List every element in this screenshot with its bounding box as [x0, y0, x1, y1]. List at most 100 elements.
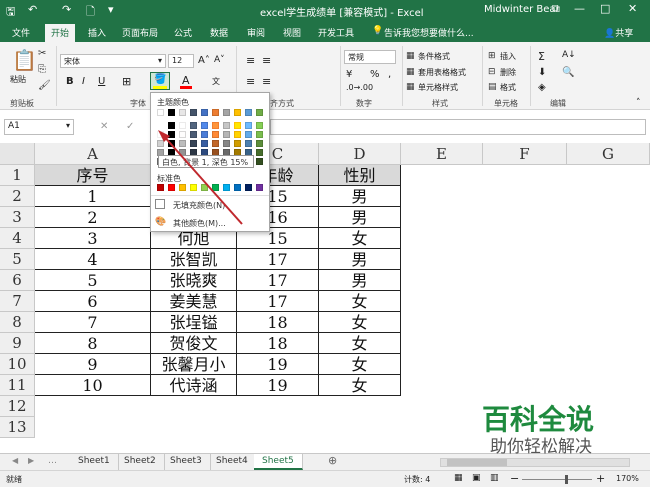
table-cell[interactable]: 17: [237, 270, 319, 291]
table-cell[interactable]: 男: [319, 270, 401, 291]
zoom-slider-thumb[interactable]: [565, 475, 568, 484]
table-cell[interactable]: 女: [319, 333, 401, 354]
color-swatch[interactable]: [190, 109, 197, 116]
color-swatch[interactable]: [256, 140, 263, 147]
horizontal-scrollbar[interactable]: [440, 458, 630, 467]
name-box[interactable]: A1 ▾: [4, 119, 74, 135]
table-cell[interactable]: 10: [35, 375, 151, 396]
row-header[interactable]: 6: [0, 270, 35, 291]
tab-page-layout[interactable]: 页面布局: [122, 26, 158, 39]
tab-home[interactable]: 开始: [45, 24, 76, 42]
table-cell[interactable]: 19: [237, 354, 319, 375]
find-select-icon[interactable]: 🔍: [562, 67, 574, 78]
table-cell[interactable]: 代诗涵: [151, 375, 237, 396]
align-right-icon[interactable]: ≡: [262, 75, 271, 88]
table-cell[interactable]: 17: [237, 249, 319, 270]
align-center-icon[interactable]: ≡: [246, 75, 255, 88]
tab-formulas[interactable]: 公式: [174, 26, 192, 39]
table-cell[interactable]: 男: [319, 207, 401, 228]
table-cell[interactable]: 张智凯: [151, 249, 237, 270]
column-header[interactable]: D: [319, 143, 401, 165]
tab-file[interactable]: 文件: [12, 26, 30, 39]
delete-cells-button[interactable]: 删除: [500, 67, 516, 78]
insert-cells-button[interactable]: 插入: [500, 51, 516, 62]
table-cell[interactable]: 男: [319, 249, 401, 270]
confirm-entry-icon[interactable]: ✓: [126, 121, 134, 132]
tab-insert[interactable]: 插入: [88, 26, 106, 39]
color-swatch[interactable]: [157, 109, 164, 116]
sheet-tab[interactable]: Sheet4: [208, 454, 257, 470]
select-all-corner[interactable]: [0, 143, 35, 165]
table-cell[interactable]: 8: [35, 333, 151, 354]
sheet-tab[interactable]: Sheet3: [162, 454, 211, 470]
normal-view-icon[interactable]: ▦: [454, 473, 463, 483]
row-header[interactable]: 10: [0, 354, 35, 375]
tab-review[interactable]: 审阅: [247, 26, 265, 39]
share-button[interactable]: 👤共享: [604, 26, 633, 39]
copy-icon[interactable]: ⎘: [38, 64, 46, 76]
italic-button[interactable]: I: [82, 76, 85, 87]
cut-icon[interactable]: ✂: [38, 48, 46, 60]
phonetic-icon[interactable]: 文: [212, 76, 220, 87]
font-size-dropdown[interactable]: 12: [168, 54, 194, 68]
color-swatch[interactable]: [245, 109, 252, 116]
clear-icon[interactable]: ◈: [538, 82, 546, 93]
comma-format-button[interactable]: ,: [388, 69, 391, 80]
table-cell[interactable]: 17: [237, 291, 319, 312]
ribbon-display-options-icon[interactable]: ⧉: [552, 2, 560, 16]
table-cell[interactable]: 19: [237, 375, 319, 396]
decrease-font-icon[interactable]: A˅: [214, 55, 225, 65]
collapse-ribbon-icon[interactable]: ˄: [636, 98, 641, 108]
add-sheet-button[interactable]: ⊕: [320, 454, 345, 470]
redo-icon[interactable]: ↷: [62, 3, 71, 16]
column-header[interactable]: A: [35, 143, 151, 165]
underline-button[interactable]: U: [98, 76, 105, 87]
formula-input[interactable]: [270, 119, 646, 135]
color-swatch[interactable]: [212, 109, 219, 116]
sheet-tab[interactable]: Sheet1: [70, 454, 119, 470]
table-cell[interactable]: 女: [319, 291, 401, 312]
table-cell[interactable]: 4: [35, 249, 151, 270]
increase-font-icon[interactable]: A˄: [198, 55, 210, 66]
row-header[interactable]: 11: [0, 375, 35, 396]
color-swatch[interactable]: [256, 184, 263, 191]
zoom-slider[interactable]: [522, 479, 592, 480]
color-swatch[interactable]: [223, 109, 230, 116]
table-cell[interactable]: 张晓爽: [151, 270, 237, 291]
row-header[interactable]: 7: [0, 291, 35, 312]
conditional-format-button[interactable]: 条件格式: [418, 51, 450, 62]
table-header-cell[interactable]: 序号: [35, 165, 151, 186]
more-sheets-left[interactable]: …: [40, 454, 65, 470]
table-cell[interactable]: 女: [319, 354, 401, 375]
undo-icon[interactable]: ↶: [28, 3, 37, 16]
table-cell[interactable]: 男: [319, 186, 401, 207]
row-header[interactable]: 9: [0, 333, 35, 354]
table-cell[interactable]: 张埕镒: [151, 312, 237, 333]
color-swatch[interactable]: [201, 109, 208, 116]
align-middle-icon[interactable]: ≡: [262, 54, 271, 67]
color-swatch[interactable]: [256, 131, 263, 138]
cancel-entry-icon[interactable]: ✕: [100, 121, 108, 132]
row-header[interactable]: 3: [0, 207, 35, 228]
table-cell[interactable]: 18: [237, 312, 319, 333]
number-format-dropdown[interactable]: 常规: [344, 50, 396, 64]
close-button[interactable]: ✕: [628, 2, 637, 15]
sheet-tab-active[interactable]: Sheet5: [254, 454, 303, 470]
table-cell[interactable]: 9: [35, 354, 151, 375]
table-cell[interactable]: 姜美慧: [151, 291, 237, 312]
fill-color-button[interactable]: 🪣: [150, 72, 170, 90]
table-cell[interactable]: 1: [35, 186, 151, 207]
table-cell[interactable]: 6: [35, 291, 151, 312]
color-swatch[interactable]: [256, 122, 263, 129]
column-header[interactable]: E: [401, 143, 483, 165]
format-cells-button[interactable]: 格式: [500, 82, 516, 93]
row-header[interactable]: 12: [0, 396, 35, 417]
tab-view[interactable]: 视图: [283, 26, 301, 39]
save-icon[interactable]: 🖫: [6, 3, 15, 22]
table-cell[interactable]: 张馨月小: [151, 354, 237, 375]
sort-filter-icon[interactable]: A↓: [562, 50, 576, 60]
zoom-out-button[interactable]: −: [510, 472, 519, 485]
color-swatch[interactable]: [256, 149, 263, 156]
scroll-right-icon[interactable]: ▶: [20, 454, 42, 470]
table-cell[interactable]: 2: [35, 207, 151, 228]
